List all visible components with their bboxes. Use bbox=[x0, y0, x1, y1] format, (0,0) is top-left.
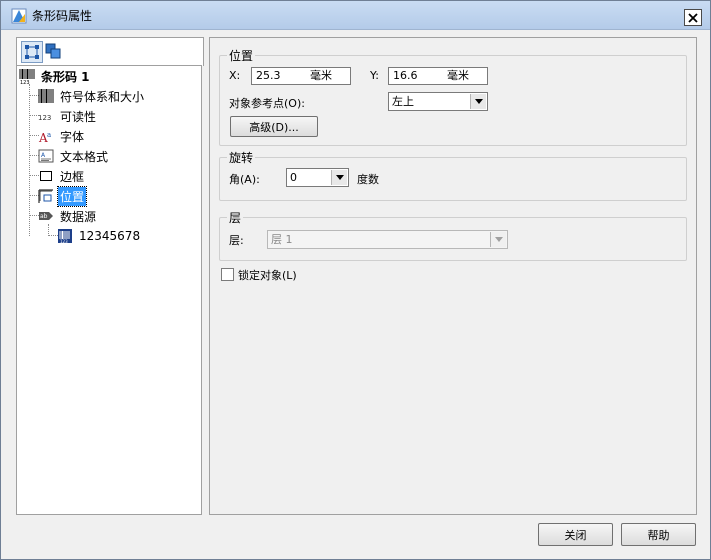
x-label: X: bbox=[229, 69, 241, 82]
angle-select[interactable]: 0 bbox=[286, 168, 349, 187]
y-position-input[interactable]: 16.6 毫米 bbox=[388, 67, 488, 85]
dialog-body: 123 条形码 1 符号体系和大小 123 可读性 A a 字体 A 文本格式 … bbox=[1, 30, 710, 559]
tree-item-data-value[interactable]: 123 12345678 bbox=[57, 227, 142, 245]
tree-item-symbology[interactable]: 符号体系和大小 bbox=[38, 87, 146, 105]
anchor-point-select[interactable]: 左上 bbox=[388, 92, 488, 111]
font-icon: A a bbox=[38, 128, 54, 144]
tree-item-label: 12345678 bbox=[79, 229, 141, 243]
readable-123-icon: 123 bbox=[38, 108, 54, 124]
tree-toolbar bbox=[16, 37, 204, 66]
svg-text:ab: ab bbox=[40, 213, 48, 220]
tree-item-label: 位置 bbox=[56, 185, 88, 207]
property-page: 位置 X: 25.3 毫米 Y: 16.6 毫米 对象参考点(O): 左上 高级… bbox=[209, 37, 697, 515]
object-view-button[interactable] bbox=[21, 41, 43, 63]
help-button[interactable]: 帮助 bbox=[621, 523, 696, 546]
barcode-123-icon: 123 bbox=[19, 68, 35, 84]
tree-item-label: 边框 bbox=[60, 169, 85, 184]
tree-item-text-format[interactable]: A 文本格式 bbox=[38, 147, 110, 165]
title-bar: 条形码属性 bbox=[1, 1, 710, 30]
angle-label: 角(A): bbox=[229, 173, 260, 186]
close-window-button[interactable] bbox=[684, 9, 702, 26]
tree-item-position[interactable]: 位置 bbox=[38, 185, 88, 207]
advanced-button[interactable]: 高级(D)... bbox=[230, 116, 318, 137]
tree-root-label: 条形码 1 bbox=[41, 69, 90, 84]
tree-root-barcode[interactable]: 123 条形码 1 bbox=[19, 67, 92, 85]
tree-item-label: 文本格式 bbox=[60, 149, 109, 164]
tree-item-data-source[interactable]: ab 数据源 bbox=[38, 207, 98, 225]
svg-text:123: 123 bbox=[38, 114, 51, 122]
close-button[interactable]: 关闭 bbox=[538, 523, 613, 546]
close-icon bbox=[688, 12, 698, 23]
layer-group-label: 层 bbox=[227, 209, 244, 226]
properties-tree: 123 条形码 1 符号体系和大小 123 可读性 A a 字体 A 文本格式 … bbox=[16, 65, 202, 515]
data-source-icon: ab bbox=[38, 208, 54, 224]
angle-value: 0 bbox=[290, 171, 297, 184]
window-title: 条形码属性 bbox=[32, 9, 93, 23]
barcode-icon bbox=[38, 88, 54, 104]
x-unit: 毫米 bbox=[310, 69, 332, 82]
layers-icon bbox=[45, 43, 61, 59]
lock-object-checkbox[interactable] bbox=[221, 268, 234, 281]
properties-dialog: 条形码属性 123 条形码 1 符号体系和大小 123 可读性 A a 字体 A… bbox=[0, 0, 711, 560]
position-group: 位置 X: 25.3 毫米 Y: 16.6 毫米 对象参考点(O): 左上 高级… bbox=[219, 47, 687, 146]
lock-object-label[interactable]: 锁定对象(L) bbox=[238, 267, 297, 283]
position-group-label: 位置 bbox=[227, 47, 256, 64]
tree-item-border[interactable]: 边框 bbox=[38, 167, 86, 185]
tree-item-label: 符号体系和大小 bbox=[60, 89, 145, 104]
data-item-icon: 123 bbox=[57, 228, 73, 244]
object-select-icon bbox=[25, 45, 39, 59]
angle-unit: 度数 bbox=[357, 173, 379, 186]
tree-item-label: 可读性 bbox=[60, 109, 97, 124]
layer-value: 层 1 bbox=[271, 233, 293, 246]
border-icon bbox=[38, 168, 54, 184]
rotation-group: 旋转 角(A): 0 度数 bbox=[219, 149, 687, 201]
text-format-icon: A bbox=[38, 148, 54, 164]
anchor-label: 对象参考点(O): bbox=[229, 97, 305, 110]
rotation-group-label: 旋转 bbox=[227, 149, 256, 166]
position-icon bbox=[38, 188, 54, 204]
layer-select: 层 1 bbox=[267, 230, 508, 249]
y-unit: 毫米 bbox=[447, 69, 469, 82]
tree-item-label: 字体 bbox=[60, 129, 85, 144]
tree-item-readability[interactable]: 123 可读性 bbox=[38, 107, 98, 125]
tree-item-label: 数据源 bbox=[60, 209, 97, 224]
layer-group: 层 层: 层 1 bbox=[219, 209, 687, 261]
layers-view-button[interactable] bbox=[43, 41, 63, 61]
x-position-input[interactable]: 25.3 毫米 bbox=[251, 67, 351, 85]
y-value: 16.6 bbox=[393, 69, 418, 82]
chevron-down-icon[interactable] bbox=[470, 94, 486, 109]
tree-item-font[interactable]: A a 字体 bbox=[38, 127, 86, 145]
svg-text:123: 123 bbox=[60, 239, 68, 244]
x-value: 25.3 bbox=[256, 69, 281, 82]
layer-label: 层: bbox=[229, 234, 244, 247]
svg-text:123: 123 bbox=[20, 80, 30, 84]
anchor-value: 左上 bbox=[392, 95, 414, 108]
app-icon bbox=[11, 8, 27, 24]
svg-text:a: a bbox=[47, 131, 51, 139]
chevron-down-icon bbox=[490, 232, 506, 247]
chevron-down-icon[interactable] bbox=[331, 170, 347, 185]
y-label: Y: bbox=[370, 69, 379, 82]
